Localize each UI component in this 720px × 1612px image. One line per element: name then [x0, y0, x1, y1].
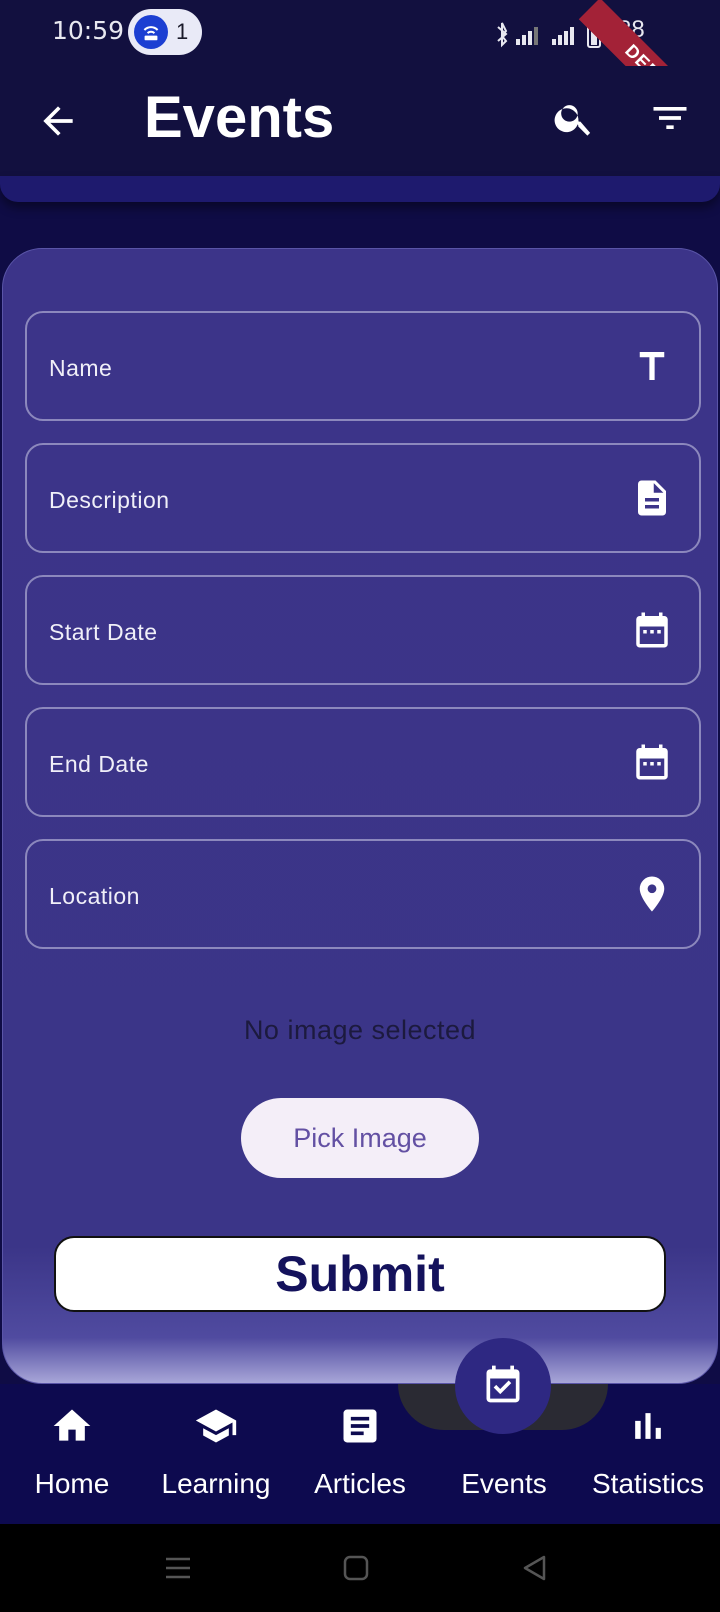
hotspot-icon: [134, 15, 168, 49]
notification-count: 1: [176, 19, 189, 44]
page-title: Events: [144, 85, 335, 150]
start-date-field[interactable]: Start Date: [25, 575, 701, 685]
status-time: 10:59: [52, 16, 125, 45]
search-icon[interactable]: [552, 96, 596, 140]
bar-chart-icon: [635, 1413, 661, 1439]
end-date-field-label: End Date: [49, 751, 149, 777]
nav-label-home: Home: [34, 1468, 110, 1499]
event-check-icon: [486, 1365, 520, 1403]
name-field[interactable]: Name: [25, 311, 701, 421]
location-pin-icon: [639, 876, 665, 912]
description-field-label: Description: [49, 487, 170, 513]
nav-item-home[interactable]: Home: [0, 1384, 144, 1524]
back-triangle-icon[interactable]: [520, 1554, 548, 1582]
image-status-text: No image selected: [243, 1015, 477, 1045]
name-field-label: Name: [49, 355, 113, 381]
notification-pill[interactable]: 1: [128, 9, 202, 55]
app-bar: [0, 66, 720, 176]
calendar-icon: [636, 612, 668, 648]
app-bar-edge: [0, 176, 720, 202]
system-navigation-bar: [0, 1524, 720, 1612]
description-field[interactable]: Description: [25, 443, 701, 553]
filter-icon[interactable]: [648, 96, 692, 140]
document-icon: [638, 480, 666, 516]
home-icon: [53, 1409, 91, 1441]
graduation-cap-icon: [195, 1409, 237, 1443]
nav-label-events: Events: [461, 1468, 547, 1499]
back-arrow-icon[interactable]: [36, 99, 80, 143]
submit-button[interactable]: Submit: [54, 1236, 666, 1312]
location-field-label: Location: [49, 883, 140, 909]
bottom-navigation: Home Learning Articles Events Statistics: [0, 1384, 720, 1524]
pick-image-button[interactable]: Pick Image: [241, 1098, 479, 1178]
nav-label-learning: Learning: [161, 1468, 271, 1499]
home-square-icon[interactable]: [342, 1554, 370, 1582]
menu-icon[interactable]: [164, 1554, 192, 1582]
location-field[interactable]: Location: [25, 839, 701, 949]
end-date-field[interactable]: End Date: [25, 707, 701, 817]
start-date-field-label: Start Date: [49, 619, 158, 645]
nav-label-statistics: Statistics: [591, 1468, 705, 1499]
nav-label-articles: Articles: [314, 1468, 406, 1499]
nav-item-learning[interactable]: Learning: [144, 1384, 288, 1524]
event-form-card: Name Description Start Date End Date Loc…: [2, 248, 718, 1384]
calendar-icon: [636, 744, 668, 780]
events-fab[interactable]: [455, 1338, 551, 1434]
text-icon: [639, 352, 665, 380]
article-icon: [343, 1409, 377, 1443]
